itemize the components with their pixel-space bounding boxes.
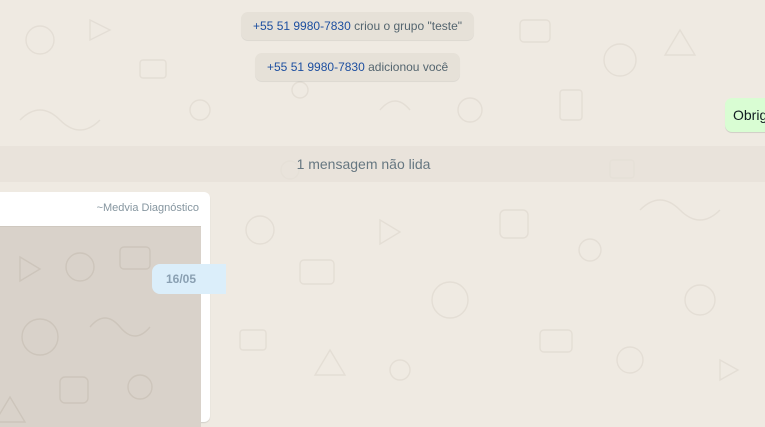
unread-messages-divider: 1 mensagem não lida <box>0 146 765 182</box>
unread-messages-label: 1 mensagem não lida <box>296 156 431 172</box>
outgoing-message-text: Obrigado <box>733 107 765 123</box>
system-message-group-created: +55 51 9980-7830 criou o grupo "teste" <box>241 12 475 40</box>
system-message-phone[interactable]: +55 51 9980-7830 <box>253 19 351 33</box>
system-message-text: criou o grupo "teste" <box>354 19 463 33</box>
system-message-added-you: +55 51 9980-7830 adicionou você <box>255 53 461 81</box>
inner-message-timestamp: 16/05 <box>166 272 197 286</box>
system-message-phone[interactable]: +55 51 9980-7830 <box>267 60 365 74</box>
image-preview-doodles <box>0 246 153 423</box>
message-image-preview[interactable] <box>0 226 201 427</box>
inner-message-timestamp-bubble: 16/05 <box>152 264 226 294</box>
outgoing-message-bubble[interactable]: Obrigado <box>725 98 765 132</box>
system-message-text: adicionou você <box>368 60 449 74</box>
incoming-message-bubble[interactable]: ~Medvia Diagnóstico <box>0 192 210 427</box>
message-sender-name[interactable]: ~Medvia Diagnóstico <box>97 202 199 214</box>
